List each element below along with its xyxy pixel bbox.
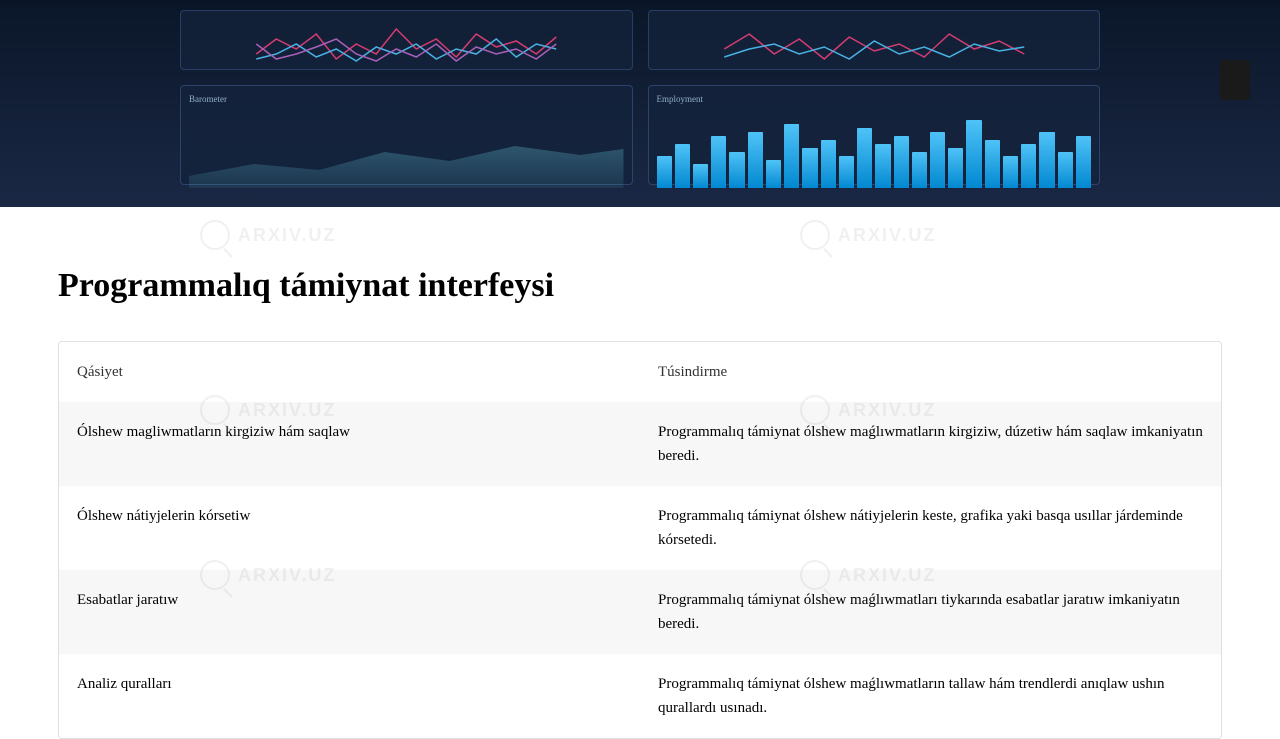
table-cell-property: Ólshew nátiyjelerin kórsetiw xyxy=(59,486,640,570)
dashboard-panel-4: Employment xyxy=(648,85,1101,185)
phone-icon xyxy=(1220,60,1250,100)
table-cell-description: Programmalıq támiynat ólshew maǵlıwmatla… xyxy=(640,402,1221,486)
table-row: Esabatlar jaratıw Programmalıq támiynat … xyxy=(59,570,1221,654)
hero-banner: Barometer Employment xyxy=(0,0,1280,207)
dashboard-panel-1 xyxy=(180,10,633,70)
panel-label: Employment xyxy=(657,94,1092,104)
table-cell-description: Programmalıq támiynat ólshew nátiyjeleri… xyxy=(640,486,1221,570)
table-cell-description: Programmalıq támiynat ólshew maǵlıwmatla… xyxy=(640,654,1221,738)
line-chart-icon xyxy=(657,19,1092,69)
table-cell-property: Analiz quralları xyxy=(59,654,640,738)
feature-table-container: Qásiyet Túsindirme Ólshew magliwmatların… xyxy=(58,341,1222,739)
line-chart-icon xyxy=(189,19,624,69)
table-cell-description: Programmalıq támiynat ólshew maǵlıwmatla… xyxy=(640,570,1221,654)
dashboard-panel-2 xyxy=(648,10,1101,70)
table-row: Ólshew nátiyjelerin kórsetiw Programmalı… xyxy=(59,486,1221,570)
page-title: Programmalıq támiynat interfeysi xyxy=(58,267,1222,305)
table-header-property: Qásiyet xyxy=(59,342,640,402)
content-area: Programmalıq támiynat interfeysi Qásiyet… xyxy=(0,207,1280,739)
table-header-row: Qásiyet Túsindirme xyxy=(59,342,1221,402)
table-row: Ólshew magliwmatların kirgiziw hám saqla… xyxy=(59,402,1221,486)
dashboard-bottom-row: Barometer Employment xyxy=(180,85,1100,185)
table-row: Analiz quralları Programmalıq támiynat ó… xyxy=(59,654,1221,738)
table-cell-property: Esabatlar jaratıw xyxy=(59,570,640,654)
table-cell-property: Ólshew magliwmatların kirgiziw hám saqla… xyxy=(59,402,640,486)
dashboard-top-row xyxy=(180,10,1100,70)
table-header-description: Túsindirme xyxy=(640,342,1221,402)
dashboard-panel-3: Barometer xyxy=(180,85,633,185)
panel-label: Barometer xyxy=(189,94,624,104)
feature-table: Qásiyet Túsindirme Ólshew magliwmatların… xyxy=(59,342,1221,738)
